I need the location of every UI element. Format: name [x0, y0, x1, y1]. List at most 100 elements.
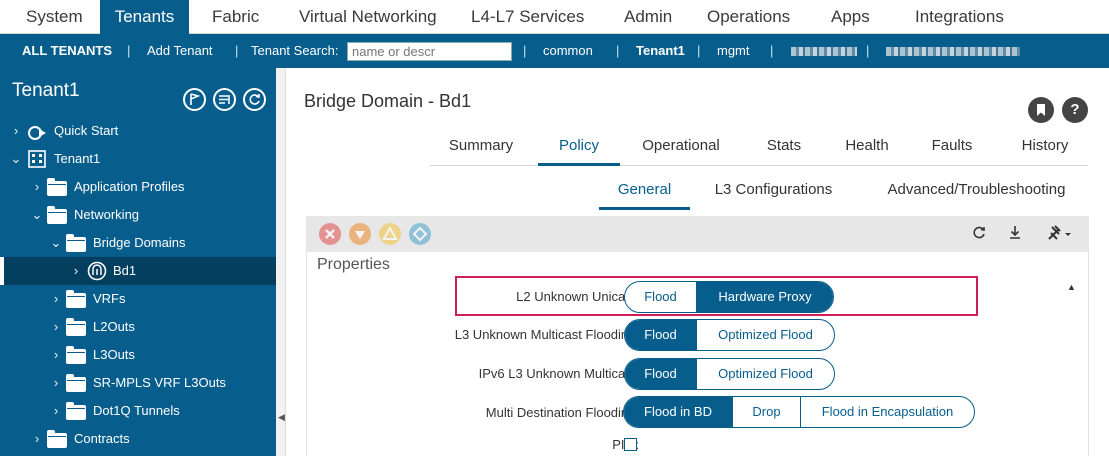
nav-operations[interactable]: Operations: [707, 0, 790, 34]
nav-admin[interactable]: Admin: [624, 0, 672, 34]
tree-item-dot1q-tunnels[interactable]: › Dot1Q Tunnels: [0, 397, 276, 425]
subtab-general[interactable]: General: [599, 176, 690, 210]
nav-integrations[interactable]: Integrations: [915, 0, 1004, 34]
nav-virtual-networking[interactable]: Virtual Networking: [299, 0, 437, 34]
tree-item-vrfs[interactable]: › VRFs: [0, 285, 276, 313]
download-icon[interactable]: [1005, 224, 1025, 244]
tenant-link-common[interactable]: common: [543, 34, 593, 68]
chevron-right-icon[interactable]: ›: [70, 257, 82, 285]
option-optimized-flood[interactable]: Optimized Flood: [697, 359, 834, 389]
chevron-right-icon[interactable]: ›: [31, 173, 43, 201]
refresh-icon[interactable]: [243, 88, 266, 111]
tab-bar: Summary Policy Operational Stats Health …: [430, 132, 1088, 166]
scroll-up-icon[interactable]: ▲: [1067, 282, 1076, 292]
sidebar-splitter[interactable]: ◀: [276, 68, 286, 456]
tab-health[interactable]: Health: [832, 132, 902, 166]
ipv6-l3-unknown-multicast-toggle: Flood Optimized Flood: [624, 358, 835, 390]
warning-fault-icon[interactable]: [409, 223, 431, 245]
folder-icon: [66, 234, 86, 252]
option-flood[interactable]: Flood: [625, 320, 697, 350]
tenant-link-mgmt[interactable]: mgmt: [717, 34, 750, 68]
tree-item-bd1[interactable]: › Bd1: [0, 257, 276, 285]
tab-faults[interactable]: Faults: [908, 132, 996, 166]
nav-tenants[interactable]: Tenants: [100, 0, 189, 34]
chevron-right-icon[interactable]: ›: [31, 425, 43, 453]
subtab-l3-configurations[interactable]: L3 Configurations: [698, 176, 849, 210]
chevron-down-icon[interactable]: ⌄: [50, 229, 62, 257]
separator: |: [523, 43, 527, 58]
folder-icon: [66, 290, 86, 308]
redacted-tenant-link[interactable]: [886, 47, 1020, 56]
nav-apps[interactable]: Apps: [831, 0, 870, 34]
option-flood-in-encapsulation[interactable]: Flood in Encapsulation: [801, 397, 974, 427]
l3-unknown-multicast-flooding-label: L3 Unknown Multicast Flooding:: [454, 327, 639, 342]
tree-item-l3outs[interactable]: › L3Outs: [0, 341, 276, 369]
tab-stats[interactable]: Stats: [742, 132, 826, 166]
option-flood[interactable]: Flood: [625, 359, 697, 389]
separator: |: [697, 43, 701, 58]
nav-system[interactable]: System: [26, 0, 83, 34]
folder-icon: [66, 318, 86, 336]
policy-toolbar: [306, 216, 1089, 252]
tree-item-application-profiles[interactable]: › Application Profiles: [0, 173, 276, 201]
tree-item-quick-start[interactable]: › Quick Start: [0, 117, 276, 145]
tree-item-label: L3Outs: [93, 347, 135, 362]
option-drop[interactable]: Drop: [733, 397, 801, 427]
tree-item-label: Tenant1: [54, 151, 101, 166]
option-flood-in-bd[interactable]: Flood in BD: [624, 397, 733, 427]
add-tenant-link[interactable]: Add Tenant: [147, 34, 213, 68]
folder-icon: [66, 346, 86, 364]
tab-policy[interactable]: Policy: [538, 132, 620, 166]
tree-item-contracts[interactable]: › Contracts: [0, 425, 276, 453]
tree-item-tenant1[interactable]: ⌄ Tenant1: [0, 145, 276, 173]
tenant-link-tenant1[interactable]: Tenant1: [636, 34, 685, 68]
chevron-right-icon[interactable]: ›: [10, 117, 22, 145]
chevron-right-icon[interactable]: ›: [50, 341, 62, 369]
tree-item-label: Bd1: [113, 263, 137, 278]
chevron-down-icon[interactable]: ⌄: [31, 201, 43, 229]
tree-item-l2outs[interactable]: › L2Outs: [0, 313, 276, 341]
collapse-arrow-icon[interactable]: ◀: [278, 412, 285, 423]
tab-history[interactable]: History: [1002, 132, 1088, 166]
subtab-advanced-troubleshooting[interactable]: Advanced/Troubleshooting: [865, 176, 1088, 210]
minor-fault-icon[interactable]: [379, 223, 401, 245]
refresh-icon[interactable]: [969, 224, 989, 244]
chevron-right-icon[interactable]: ›: [50, 369, 62, 397]
tree-item-label: Quick Start: [54, 123, 119, 138]
ipv6-l3-unknown-multicast-label: IPv6 L3 Unknown Multicast:: [478, 366, 639, 381]
main-content: Bridge Domain - Bd1 ? Summary Policy Ope…: [287, 68, 1109, 456]
chevron-down-icon[interactable]: ⌄: [10, 145, 22, 173]
chevron-right-icon[interactable]: ›: [50, 313, 62, 341]
tree-item-sr-mpls-vrf-l3outs[interactable]: › SR-MPLS VRF L3Outs: [0, 369, 276, 397]
nav-l4-l7-services[interactable]: L4-L7 Services: [471, 0, 584, 34]
redacted-tenant-link[interactable]: [791, 47, 857, 56]
help-button[interactable]: ?: [1062, 97, 1088, 123]
list-settings-icon[interactable]: [213, 88, 236, 111]
tab-operational[interactable]: Operational: [626, 132, 736, 166]
tree-item-label: L2Outs: [93, 319, 135, 334]
tenant-search-input[interactable]: [347, 42, 512, 61]
tree-item-label: VRFs: [93, 291, 126, 306]
chevron-right-icon[interactable]: ›: [50, 285, 62, 313]
highlight-box: [455, 276, 978, 316]
critical-fault-icon[interactable]: [319, 223, 341, 245]
separator: |: [616, 43, 620, 58]
option-optimized-flood[interactable]: Optimized Flood: [697, 320, 834, 350]
tree-item-networking[interactable]: ⌄ Networking: [0, 201, 276, 229]
chevron-right-icon[interactable]: ›: [50, 397, 62, 425]
nav-fabric[interactable]: Fabric: [212, 0, 259, 34]
all-tenants-link[interactable]: ALL TENANTS: [22, 34, 112, 68]
separator: |: [127, 43, 131, 58]
separator: |: [866, 43, 870, 58]
separator: |: [770, 43, 774, 58]
tree-item-label: Bridge Domains: [93, 235, 186, 250]
flag-icon[interactable]: [183, 88, 206, 111]
tree-item-bridge-domains[interactable]: ⌄ Bridge Domains: [0, 229, 276, 257]
tab-summary[interactable]: Summary: [430, 132, 532, 166]
bookmark-icon[interactable]: [1028, 97, 1054, 123]
major-fault-icon[interactable]: [349, 223, 371, 245]
folder-icon: [47, 206, 67, 224]
tools-dropdown-icon[interactable]: [1045, 224, 1075, 244]
tenant-subnav: ALL TENANTS | Add Tenant | Tenant Search…: [0, 34, 1109, 68]
pim-checkbox[interactable]: [624, 438, 637, 451]
